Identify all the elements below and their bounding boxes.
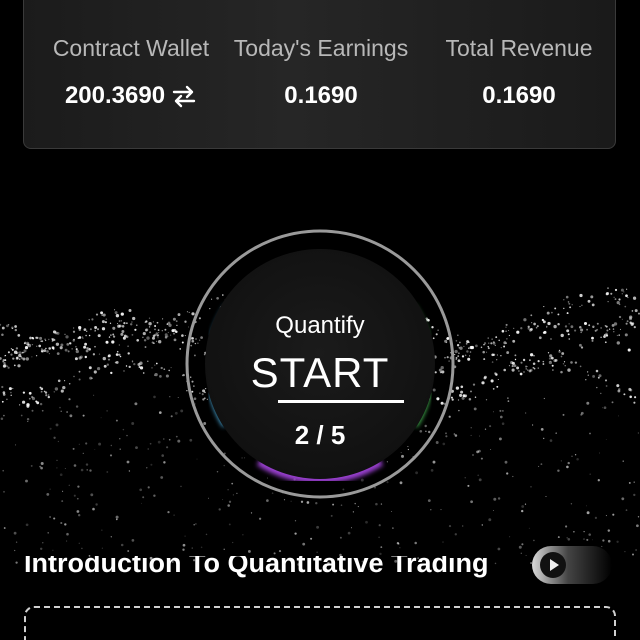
total-revenue-value: 0.1690 xyxy=(482,82,556,109)
quantify-start-control: Quantify START 2 / 5 xyxy=(184,228,456,500)
dashed-card xyxy=(24,606,616,640)
start-underline xyxy=(278,400,404,403)
swap-arrows-icon[interactable] xyxy=(171,84,197,108)
progress-count: 2 / 5 xyxy=(294,420,346,450)
total-revenue-label: Total Revenue xyxy=(445,35,593,61)
quantify-label: Quantify xyxy=(275,312,365,339)
quantify-page: Contract Wallet 200.3690 Today's Earning… xyxy=(0,0,640,640)
total-revenue-stat: Total Revenue 0.1690 xyxy=(429,35,609,110)
todays-earnings-label: Today's Earnings xyxy=(233,35,409,61)
contract-wallet-stat: Contract Wallet 200.3690 xyxy=(36,35,226,110)
stats-card: Contract Wallet 200.3690 Today's Earning… xyxy=(23,0,616,149)
todays-earnings-value: 0.1690 xyxy=(284,82,358,109)
start-button[interactable]: Quantify START 2 / 5 xyxy=(205,249,435,479)
play-button[interactable] xyxy=(532,546,612,584)
start-label: START xyxy=(250,349,390,396)
contract-wallet-label: Contract Wallet xyxy=(52,35,210,61)
todays-earnings-stat: Today's Earnings 0.1690 xyxy=(226,35,416,110)
contract-wallet-value: 200.3690 xyxy=(64,82,166,109)
